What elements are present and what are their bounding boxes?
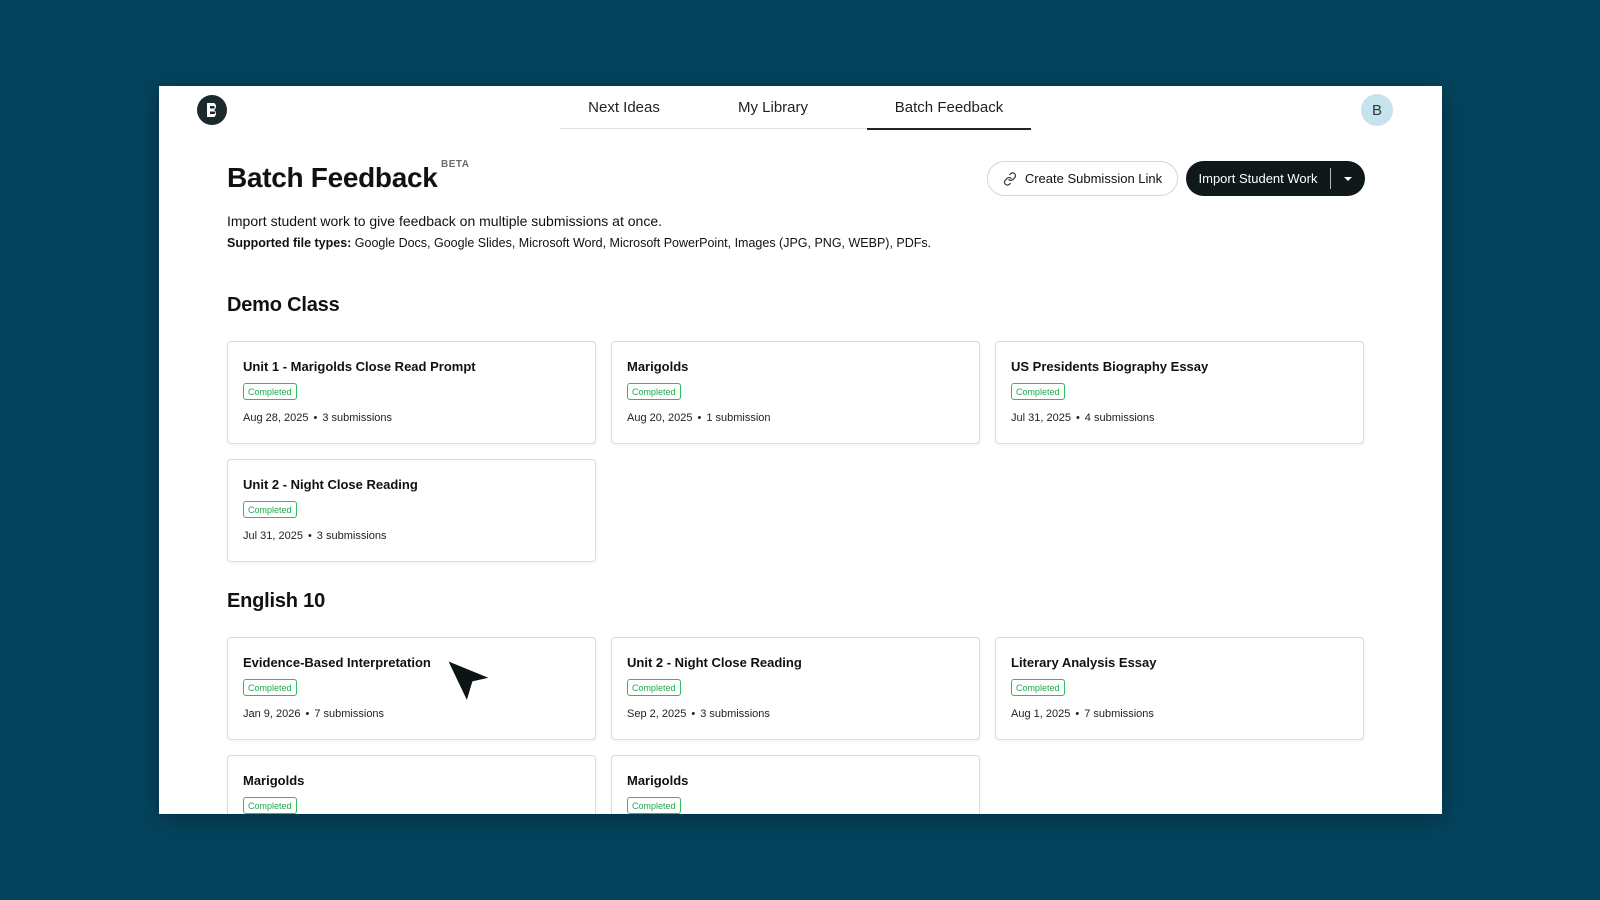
import-student-work-button: Import Student Work: [1186, 161, 1365, 196]
assignment-card[interactable]: Marigolds Completed: [611, 755, 980, 814]
assignment-card[interactable]: Marigolds Completed Aug 20, 2025 • 1 submi…: [611, 341, 980, 444]
card-title: Unit 1 - Marigolds Close Read Prompt: [243, 359, 476, 374]
page-description: Import student work to give feedback on …: [227, 213, 662, 229]
card-date: Jan 9, 2026: [243, 708, 301, 720]
card-title: Marigolds: [243, 773, 305, 788]
beta-badge: BETA: [441, 159, 470, 170]
card-title: US Presidents Biography Essay: [1011, 359, 1209, 374]
separator-dot: •: [697, 412, 702, 424]
card-title: Unit 2 - Night Close Reading: [627, 655, 802, 670]
app-window: B Next Ideas My Library Batch Feedback B…: [159, 86, 1442, 814]
card-meta: Sep 2, 2025 • 3 submissions: [627, 708, 770, 720]
card-title: Marigolds: [627, 359, 689, 374]
card-count: 3 submissions: [322, 412, 393, 424]
import-divider: [1330, 168, 1331, 189]
separator-dot: •: [305, 708, 310, 720]
tab-next-ideas[interactable]: Next Ideas: [560, 86, 688, 129]
card-date: Aug 1, 2025: [1011, 708, 1071, 720]
import-student-work-main[interactable]: Import Student Work: [1186, 161, 1330, 196]
top-nav: Next Ideas My Library Batch Feedback: [560, 86, 1031, 130]
tab-batch-feedback[interactable]: Batch Feedback: [867, 86, 1031, 130]
status-badge: Completed: [1011, 383, 1065, 400]
card-meta: Aug 20, 2025 • 1 submission: [627, 412, 771, 424]
card-count: 4 submissions: [1084, 412, 1155, 424]
card-date: Sep 2, 2025: [627, 708, 687, 720]
assignment-card[interactable]: Unit 2 - Night Close Reading Completed J…: [227, 459, 596, 562]
card-title: Evidence-Based Interpretation: [243, 655, 431, 670]
tab-my-library[interactable]: My Library: [688, 86, 858, 129]
avatar[interactable]: B: [1361, 94, 1393, 126]
link-icon: [1003, 171, 1016, 186]
status-badge: Completed: [627, 383, 681, 400]
assignment-card[interactable]: Unit 1 - Marigolds Close Read Prompt Com…: [227, 341, 596, 444]
card-count: 3 submissions: [700, 708, 770, 720]
card-count: 7 submissions: [314, 708, 385, 720]
separator-dot: •: [691, 708, 696, 720]
card-meta: Jul 31, 2025 • 4 submissions: [1011, 412, 1155, 424]
status-badge: Completed: [243, 679, 297, 696]
section-title-english-10: English 10: [227, 590, 326, 612]
status-badge: Completed: [1011, 679, 1065, 696]
status-badge: Completed: [627, 797, 681, 814]
card-title: Marigolds: [627, 773, 689, 788]
status-badge: Completed: [243, 501, 297, 518]
card-count: 3 submissions: [316, 530, 387, 542]
assignment-card[interactable]: US Presidents Biography Essay Completed …: [995, 341, 1364, 444]
create-link-label: Create Submission Link: [1024, 171, 1163, 186]
card-count: 1 submission: [706, 412, 771, 424]
card-meta: Aug 1, 2025 • 7 submissions: [1011, 708, 1154, 720]
assignment-card[interactable]: Evidence-Based Interpretation Completed …: [227, 637, 596, 740]
assignment-card[interactable]: Unit 2 - Night Close Reading Completed S…: [611, 637, 980, 740]
assignment-card[interactable]: Marigolds Completed: [227, 755, 596, 814]
file-types-label: Supported file types:: [227, 236, 352, 250]
assignment-card[interactable]: Literary Analysis Essay Completed Aug 1,…: [995, 637, 1364, 740]
separator-dot: •: [1075, 412, 1080, 424]
card-date: Aug 20, 2025: [627, 412, 693, 424]
status-badge: Completed: [627, 679, 681, 696]
card-meta: Jul 31, 2025 • 3 submissions: [243, 530, 387, 542]
cursor-arrow-icon: [446, 659, 492, 703]
separator-dot: •: [307, 530, 312, 542]
separator-dot: •: [1075, 708, 1080, 720]
card-meta: Aug 28, 2025 • 3 submissions: [243, 412, 392, 424]
card-date: Jul 31, 2025: [243, 530, 303, 542]
create-submission-link-button[interactable]: Create Submission Link: [987, 161, 1178, 196]
file-types-list: Google Docs, Google Slides, Microsoft Wo…: [351, 236, 932, 250]
import-dropdown-toggle[interactable]: [1331, 161, 1365, 196]
card-title: Unit 2 - Night Close Reading: [243, 477, 418, 492]
section-title-demo-class: Demo Class: [227, 294, 340, 316]
separator-dot: •: [313, 412, 318, 424]
logo-icon[interactable]: B: [197, 95, 227, 125]
card-date: Jul 31, 2025: [1011, 412, 1071, 424]
caret-down-icon: [1344, 176, 1352, 181]
card-count: 7 submissions: [1084, 708, 1154, 720]
status-badge: Completed: [243, 383, 297, 400]
card-date: Aug 28, 2025: [243, 412, 309, 424]
status-badge: Completed: [243, 797, 297, 814]
supported-file-types: Supported file types: Google Docs, Googl…: [227, 236, 931, 250]
page-title: Batch Feedback: [227, 162, 438, 193]
card-title: Literary Analysis Essay: [1011, 655, 1157, 670]
card-meta: Jan 9, 2026 • 7 submissions: [243, 708, 384, 720]
